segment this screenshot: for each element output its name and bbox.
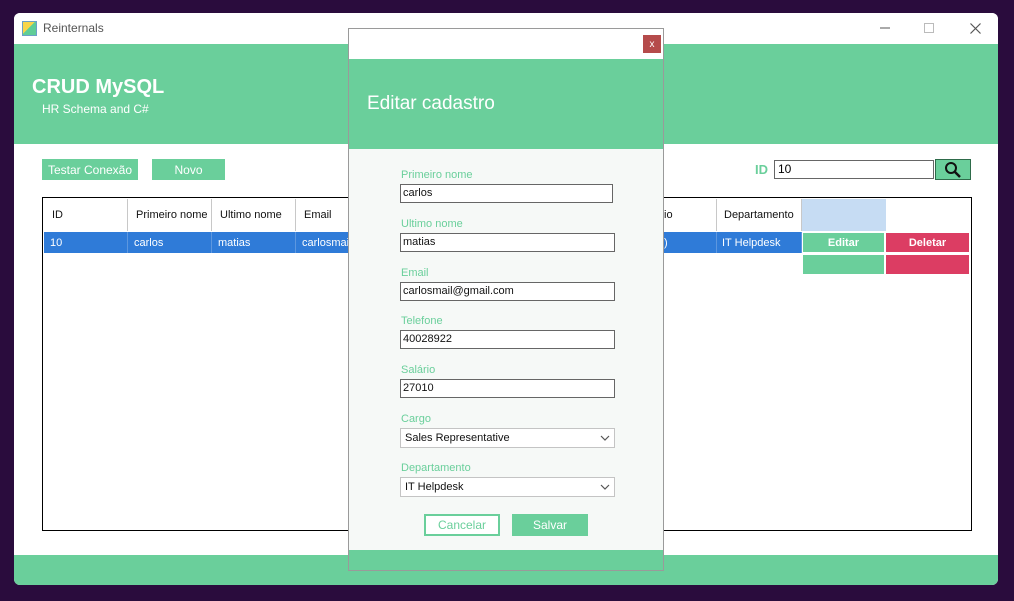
cell-id[interactable]: 10 bbox=[44, 232, 128, 253]
phone-input[interactable]: 40028922 bbox=[400, 330, 615, 349]
app-title: CRUD MySQL bbox=[32, 76, 165, 98]
column-header-first-name[interactable]: Primeiro nome bbox=[128, 199, 212, 231]
delete-button[interactable]: Deletar bbox=[886, 233, 969, 252]
test-connection-button[interactable]: Testar Conexão bbox=[42, 159, 138, 180]
first-name-input[interactable]: carlos bbox=[400, 184, 613, 203]
salary-label: Salário bbox=[401, 364, 436, 376]
dialog-footer bbox=[349, 550, 663, 570]
cell-first-name[interactable]: carlos bbox=[128, 232, 212, 253]
save-button[interactable]: Salvar bbox=[512, 514, 588, 536]
dialog-close-button[interactable]: x bbox=[643, 35, 661, 53]
department-select-value: IT Helpdesk bbox=[405, 481, 464, 493]
edit-button-empty[interactable] bbox=[803, 255, 884, 274]
maximize-icon[interactable] bbox=[913, 17, 945, 39]
chevron-down-icon bbox=[600, 435, 610, 441]
window-title: Reinternals bbox=[43, 21, 104, 35]
search-button[interactable] bbox=[935, 159, 971, 180]
email-input[interactable]: carlosmail@gmail.com bbox=[400, 282, 615, 301]
app-icon bbox=[22, 21, 37, 36]
job-label: Cargo bbox=[401, 413, 431, 425]
close-icon[interactable] bbox=[959, 17, 991, 39]
salary-input[interactable]: 27010 bbox=[400, 379, 615, 398]
new-button[interactable]: Novo bbox=[152, 159, 225, 180]
cell-department[interactable]: IT Helpdesk bbox=[717, 232, 802, 253]
app-subtitle: HR Schema and C# bbox=[42, 102, 149, 116]
cancel-button[interactable]: Cancelar bbox=[424, 514, 500, 536]
department-label: Departamento bbox=[401, 462, 471, 474]
edit-button[interactable]: Editar bbox=[803, 233, 884, 252]
minimize-icon[interactable] bbox=[869, 17, 901, 39]
search-icon bbox=[945, 161, 961, 178]
column-header-department[interactable]: Departamento bbox=[717, 199, 802, 231]
first-name-label: Primeiro nome bbox=[401, 169, 473, 181]
id-search-input[interactable]: 10 bbox=[774, 160, 934, 179]
last-name-label: Ultimo nome bbox=[401, 218, 463, 230]
dialog-title: Editar cadastro bbox=[367, 93, 495, 114]
email-label: Email bbox=[401, 267, 429, 279]
job-select-value: Sales Representative bbox=[405, 432, 510, 444]
column-header-edit[interactable] bbox=[802, 199, 886, 231]
phone-label: Telefone bbox=[401, 315, 443, 327]
chevron-down-icon bbox=[600, 484, 610, 490]
delete-button-empty[interactable] bbox=[886, 255, 969, 274]
job-select[interactable]: Sales Representative bbox=[400, 428, 615, 448]
edit-dialog: x Editar cadastro Primeiro nome carlos U… bbox=[348, 28, 664, 571]
column-header-last-name[interactable]: Ultimo nome bbox=[212, 199, 296, 231]
department-select[interactable]: IT Helpdesk bbox=[400, 477, 615, 497]
column-header-id[interactable]: ID bbox=[44, 199, 128, 231]
id-label: ID bbox=[755, 162, 768, 177]
last-name-input[interactable]: matias bbox=[400, 233, 615, 252]
cell-last-name[interactable]: matias bbox=[212, 232, 296, 253]
